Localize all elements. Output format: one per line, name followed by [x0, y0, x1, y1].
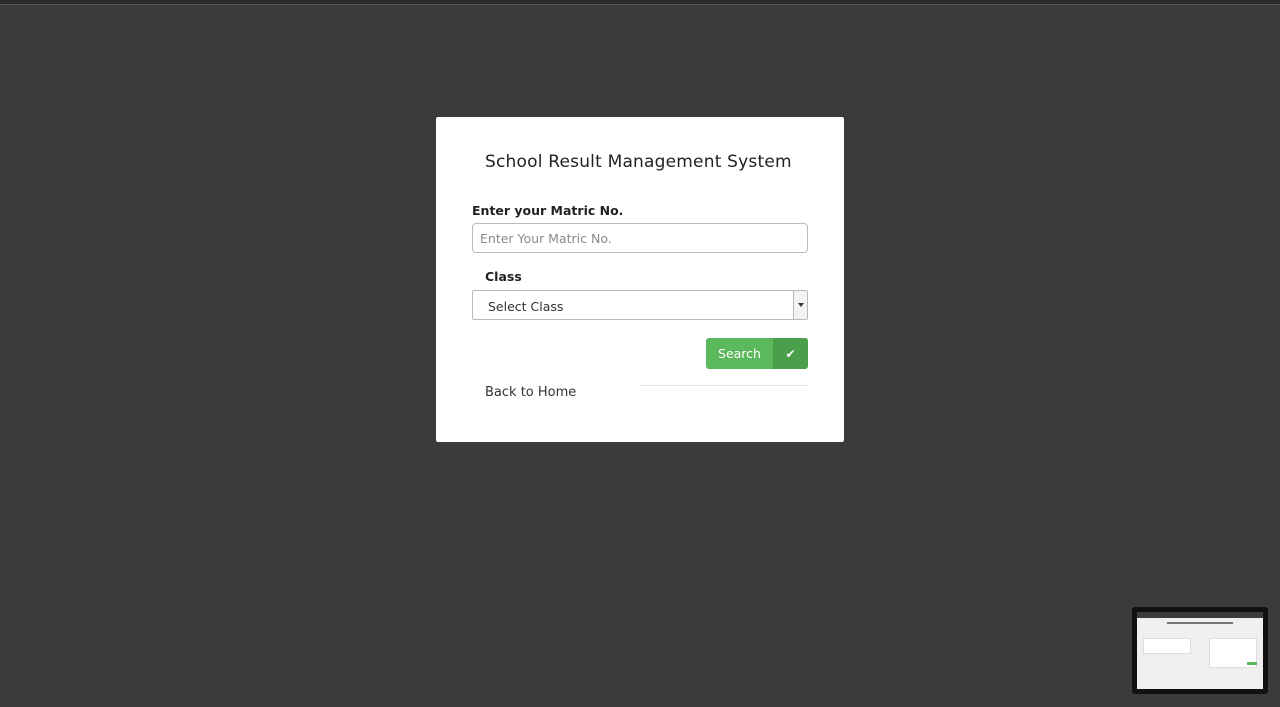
class-select[interactable]: Select Class	[472, 290, 808, 320]
page-title: School Result Management System	[485, 152, 792, 172]
caret-down-icon[interactable]	[793, 291, 807, 319]
divider	[640, 385, 808, 386]
screen-thumbnail-preview[interactable]	[1132, 607, 1268, 694]
class-label: Class	[485, 269, 522, 284]
thumbnail-title-line	[1167, 622, 1233, 624]
check-icon: ✔	[773, 338, 808, 369]
class-select-value: Select Class	[488, 299, 564, 314]
result-search-card: School Result Management System Enter yo…	[436, 117, 844, 442]
thumbnail-button	[1247, 662, 1257, 665]
search-button-label: Search	[718, 346, 761, 361]
search-button[interactable]: Search ✔	[706, 338, 808, 369]
thumbnail-content	[1137, 612, 1263, 689]
window-top-strip	[0, 0, 1280, 5]
thumbnail-toolbar	[1137, 612, 1263, 618]
matric-input[interactable]	[472, 223, 808, 253]
matric-label: Enter your Matric No.	[472, 203, 624, 218]
back-to-home-link[interactable]: Back to Home	[485, 385, 576, 400]
thumbnail-panel-left	[1143, 638, 1191, 654]
